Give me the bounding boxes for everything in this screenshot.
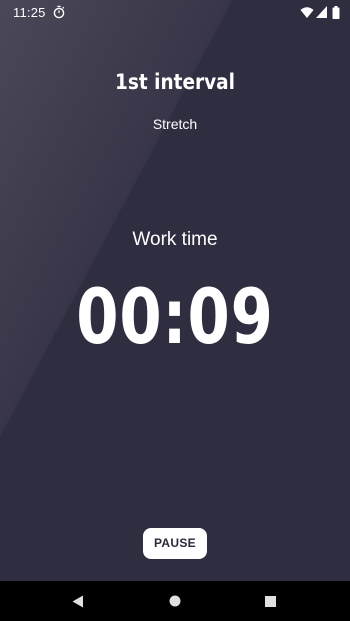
status-icons [300,6,340,20]
phase-label: Work time [132,229,218,250]
stopwatch-icon [53,5,65,19]
exercise-name: Stretch [152,116,198,132]
recents-icon[interactable] [265,596,276,607]
navigation-bar [0,581,350,621]
countdown-timer: 00:09 [76,272,274,361]
status-bar: 11:25 [0,0,350,26]
signal-icon [316,6,327,18]
back-icon[interactable] [72,595,84,608]
home-icon[interactable] [169,595,181,607]
wifi-icon [300,7,314,18]
battery-icon [332,6,340,19]
pause-button[interactable]: PAUSE [143,528,207,559]
interval-title: 1st interval [115,70,235,94]
status-time: 11:25 [13,5,46,20]
timer-screen: 11:25 1st interval Stretch Work time 00:… [0,0,350,621]
